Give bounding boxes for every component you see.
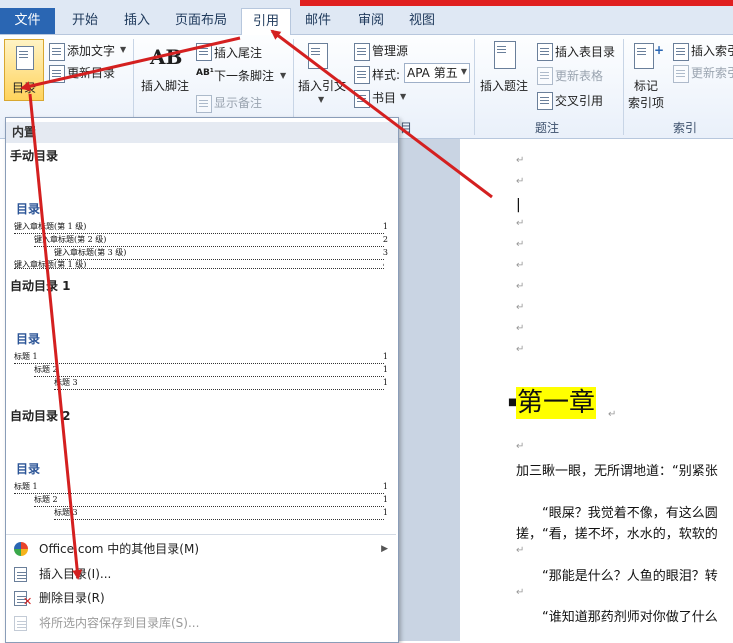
arrow-to-toc-button xyxy=(20,36,241,92)
arrow-to-references-tab xyxy=(270,29,493,199)
annotation-arrows xyxy=(20,29,493,580)
arrow-to-insert-toc xyxy=(28,93,83,580)
